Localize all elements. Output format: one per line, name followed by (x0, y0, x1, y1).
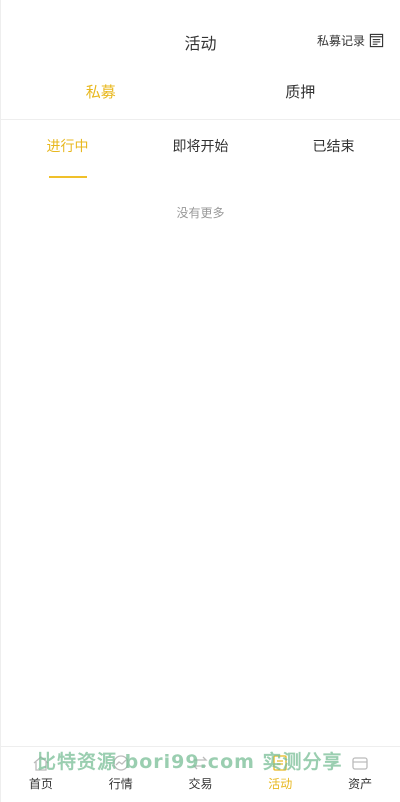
bottom-nav: 首页 行情 交易 活动 资产 (1, 746, 400, 802)
assets-icon (352, 757, 368, 770)
document-list-icon (369, 33, 384, 48)
empty-list-text: 没有更多 (176, 206, 225, 220)
home-icon (33, 756, 49, 771)
tab-upcoming[interactable]: 即将开始 (134, 130, 267, 178)
activity-screen: 活动 私募记录 私募 质押 进行中 即将开始 已结束 没有更多 首页 行情 交易… (0, 0, 400, 802)
nav-label: 资产 (348, 777, 373, 791)
records-label: 私募记录 (316, 34, 365, 48)
private-placement-records-button[interactable]: 私募记录 (317, 32, 384, 49)
nav-label: 首页 (28, 777, 53, 791)
status-tabs: 进行中 即将开始 已结束 (1, 130, 400, 178)
category-tabs: 私募 质押 (1, 74, 400, 120)
tab-private-placement[interactable]: 私募 (1, 74, 201, 119)
activity-icon (273, 755, 287, 771)
tab-in-progress[interactable]: 进行中 (1, 130, 134, 178)
trade-icon (192, 756, 209, 770)
nav-label: 活动 (268, 777, 293, 791)
nav-item-activity[interactable]: 活动 (240, 747, 320, 802)
nav-label: 交易 (188, 777, 213, 791)
nav-label: 行情 (108, 777, 133, 791)
nav-item-home[interactable]: 首页 (1, 747, 81, 802)
nav-item-assets[interactable]: 资产 (320, 747, 400, 802)
market-icon (113, 755, 129, 771)
tab-ended[interactable]: 已结束 (267, 130, 400, 178)
header: 活动 私募记录 (1, 0, 400, 84)
nav-item-trade[interactable]: 交易 (161, 747, 241, 802)
tab-staking[interactable]: 质押 (201, 74, 400, 119)
nav-item-market[interactable]: 行情 (81, 747, 161, 802)
